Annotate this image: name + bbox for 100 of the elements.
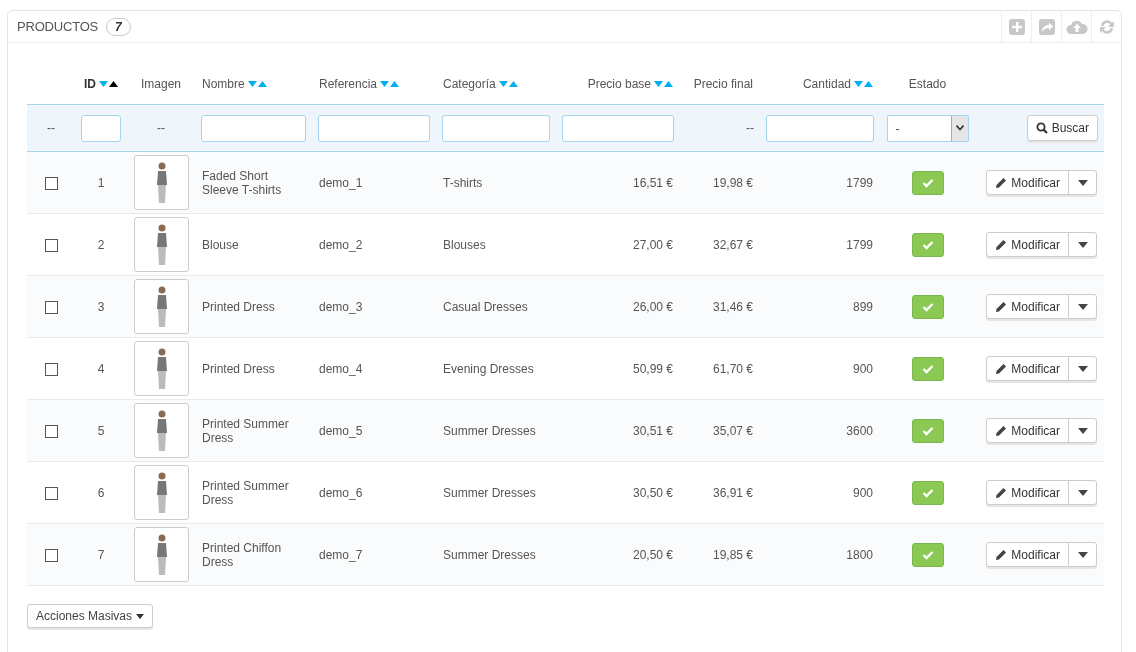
final-price: 31,46 € xyxy=(712,299,753,314)
caret-down-icon xyxy=(1077,303,1088,310)
column-header: Precio final xyxy=(693,77,753,91)
caret-down-icon xyxy=(1077,489,1088,496)
dropdown-toggle[interactable] xyxy=(1068,294,1097,319)
product-id: 7 xyxy=(97,547,105,562)
panel-title: PRODUCTOS xyxy=(17,19,99,34)
status-toggle[interactable] xyxy=(911,232,944,257)
edit-button[interactable]: Modificar xyxy=(986,542,1069,567)
filter-input[interactable] xyxy=(766,114,874,142)
row-checkbox[interactable] xyxy=(44,176,58,190)
product-quantity: 1799 xyxy=(846,175,873,190)
status-toggle[interactable] xyxy=(911,356,944,381)
search-icon xyxy=(1035,122,1048,134)
filter-input[interactable] xyxy=(442,114,550,142)
row-checkbox[interactable] xyxy=(44,362,58,376)
product-category: Summer Dresses xyxy=(443,423,536,438)
status-toggle[interactable] xyxy=(911,170,944,195)
row-checkbox[interactable] xyxy=(44,486,58,500)
dropdown-toggle[interactable] xyxy=(1068,542,1097,567)
caret-down-icon xyxy=(1077,427,1088,434)
product-quantity: 899 xyxy=(852,299,873,314)
column-header: Imagen xyxy=(141,77,181,91)
row-checkbox[interactable] xyxy=(44,548,58,562)
pencil-icon xyxy=(995,548,1008,561)
status-toggle[interactable] xyxy=(911,294,944,319)
filter-input[interactable] xyxy=(81,114,121,142)
column-header: Precio base xyxy=(587,77,651,91)
caret-down-icon xyxy=(1077,551,1088,558)
edit-button[interactable]: Modificar xyxy=(986,418,1069,443)
product-name: Printed Dress xyxy=(202,299,275,314)
checkmark-icon xyxy=(921,301,934,312)
pencil-icon xyxy=(995,362,1008,375)
edit-button[interactable]: Modificar xyxy=(986,356,1069,381)
product-id: 1 xyxy=(97,175,105,190)
product-id: 6 xyxy=(97,485,105,500)
sort-descending-icon[interactable] xyxy=(854,81,863,87)
dropdown-toggle[interactable] xyxy=(1068,232,1097,257)
product-reference: demo_4 xyxy=(319,361,363,376)
product-id: 4 xyxy=(97,361,105,376)
filter-input[interactable] xyxy=(562,114,674,142)
search-button[interactable]: Buscar xyxy=(1026,115,1098,141)
edit-button[interactable]: Modificar xyxy=(986,480,1069,505)
sort-descending-icon[interactable] xyxy=(247,81,257,87)
product-name: Blouse xyxy=(202,237,239,252)
base-price: 16,51 € xyxy=(632,175,673,190)
status-toggle[interactable] xyxy=(911,418,944,443)
sort-descending-icon[interactable] xyxy=(654,81,663,87)
edit-button[interactable]: Modificar xyxy=(986,170,1069,195)
filter-input[interactable] xyxy=(318,114,430,142)
product-category: Casual Dresses xyxy=(443,299,528,314)
caret-down-icon xyxy=(136,613,145,619)
dropdown-toggle[interactable] xyxy=(1068,356,1097,381)
sort-ascending-icon[interactable] xyxy=(109,81,118,87)
product-reference: demo_7 xyxy=(319,547,363,562)
status-toggle[interactable] xyxy=(911,480,944,505)
product-id: 5 xyxy=(97,423,105,438)
dropdown-toggle[interactable] xyxy=(1068,418,1097,443)
row-checkbox[interactable] xyxy=(44,238,58,252)
row-checkbox[interactable] xyxy=(44,300,58,314)
product-id: 3 xyxy=(97,299,105,314)
checkmark-icon xyxy=(921,239,934,250)
pencil-icon xyxy=(995,424,1008,437)
pencil-icon xyxy=(995,176,1008,189)
product-name: Printed Summer Dress xyxy=(202,416,289,445)
product-reference: demo_3 xyxy=(319,299,363,314)
product-quantity: 1799 xyxy=(846,237,873,252)
dropdown-toggle[interactable] xyxy=(1068,170,1097,195)
product-photo-placeholder xyxy=(134,403,189,458)
empty-filter-text: -- xyxy=(746,121,754,135)
product-quantity: 1800 xyxy=(846,547,873,562)
status-select[interactable]: - xyxy=(886,114,969,142)
edit-button[interactable]: Modificar xyxy=(986,294,1069,319)
base-price: 26,00 € xyxy=(632,299,673,314)
pencil-icon xyxy=(995,300,1008,313)
filter-input[interactable] xyxy=(201,114,306,142)
product-category: Blouses xyxy=(443,237,486,252)
product-name: Printed Summer Dress xyxy=(202,478,289,507)
chevron-down-icon xyxy=(955,125,964,131)
dropdown-toggle[interactable] xyxy=(1068,480,1097,505)
product-reference: demo_2 xyxy=(319,237,363,252)
row-checkbox[interactable] xyxy=(44,424,58,438)
product-category: Evening Dresses xyxy=(443,361,534,376)
sort-descending-icon[interactable] xyxy=(498,81,508,87)
caret-down-icon xyxy=(1077,241,1088,248)
base-price: 30,50 € xyxy=(632,485,673,500)
checkmark-icon xyxy=(921,363,934,374)
base-price: 27,00 € xyxy=(632,237,673,252)
caret-down-icon xyxy=(1077,179,1088,186)
product-quantity: 900 xyxy=(852,361,873,376)
product-photo-placeholder xyxy=(134,217,189,272)
edit-button[interactable]: Modificar xyxy=(986,232,1069,257)
sort-descending-icon[interactable] xyxy=(380,81,390,87)
bulk-actions-button[interactable]: Acciones Masivas xyxy=(27,604,154,628)
status-toggle[interactable] xyxy=(911,542,944,567)
base-price: 50,99 € xyxy=(632,361,673,376)
product-name: Printed Dress xyxy=(202,361,275,376)
column-header: Estado xyxy=(908,77,947,91)
final-price: 35,07 € xyxy=(712,423,753,438)
product-reference: demo_6 xyxy=(319,485,363,500)
